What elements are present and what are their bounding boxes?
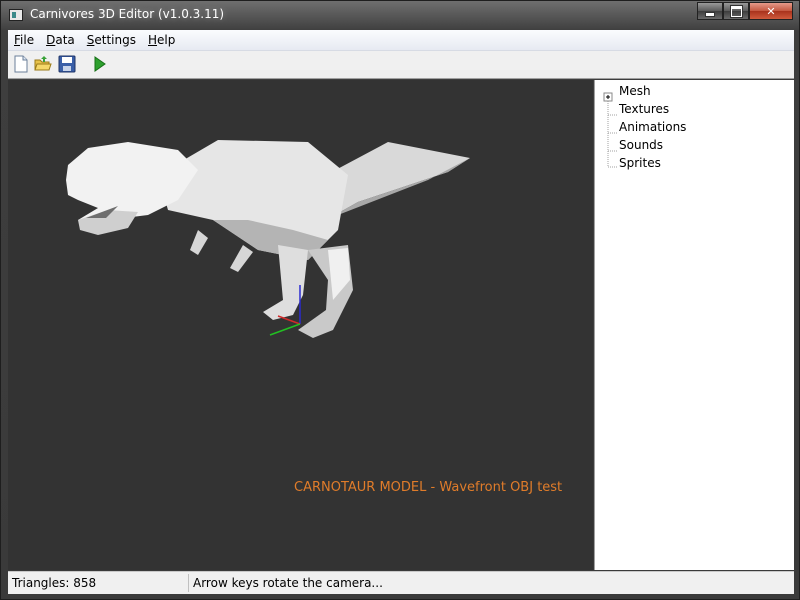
menu-data-label: ata	[55, 33, 75, 47]
model-caption: CARNOTAUR MODEL - Wavefront OBJ test	[294, 480, 563, 495]
dinosaur-model	[66, 140, 470, 338]
save-button[interactable]	[58, 55, 76, 73]
save-disk-icon	[58, 55, 76, 73]
tree-item-sprites[interactable]: Sprites	[619, 154, 661, 172]
menu-file-label: ile	[20, 33, 35, 47]
tree-item-textures[interactable]: Textures	[619, 100, 669, 118]
menu-help-mnemonic: H	[148, 33, 158, 47]
close-button[interactable]: ✕	[749, 2, 793, 20]
tree-item-animations[interactable]: Animations	[619, 118, 686, 136]
maximize-icon	[730, 5, 742, 17]
menu-data[interactable]: Data	[40, 30, 81, 50]
title-bar[interactable]: Carnivores 3D Editor (v1.0.3.11) ✕	[1, 1, 799, 30]
model-arm-right	[230, 245, 253, 272]
open-file-button[interactable]	[34, 55, 52, 73]
menu-help-label: elp	[157, 33, 176, 47]
tree-item-mesh[interactable]: Mesh	[619, 82, 651, 100]
window-controls: ✕	[697, 2, 793, 21]
open-folder-icon	[34, 56, 52, 71]
status-bar: Triangles: 858 Arrow keys rotate the cam…	[8, 571, 794, 594]
menu-file[interactable]: File	[8, 30, 40, 50]
window-title: Carnivores 3D Editor (v1.0.3.11)	[30, 7, 225, 21]
minimize-button[interactable]	[697, 2, 723, 20]
menu-help[interactable]: Help	[142, 30, 181, 50]
status-triangles: Triangles: 858	[9, 574, 189, 592]
close-icon: ✕	[766, 4, 776, 18]
toolbar	[8, 51, 794, 79]
model-arm-left	[190, 230, 208, 255]
status-message: Arrow keys rotate the camera...	[193, 576, 383, 590]
app-icon[interactable]	[9, 9, 23, 21]
minimize-icon	[705, 11, 715, 17]
play-button[interactable]	[90, 55, 108, 73]
menu-bar: File Data Settings Help	[8, 30, 794, 51]
model-leg-left	[263, 245, 308, 320]
tree-item-sounds[interactable]: Sounds	[619, 136, 663, 154]
3d-viewport[interactable]: CARNOTAUR MODEL - Wavefront OBJ test	[8, 80, 593, 570]
maximize-button[interactable]	[723, 2, 749, 20]
play-icon	[94, 56, 106, 72]
tree-panel[interactable]: Mesh Textures Animations Sounds Sprites	[594, 80, 794, 570]
new-file-button[interactable]	[12, 55, 30, 73]
app-window: Carnivores 3D Editor (v1.0.3.11) ✕ File …	[0, 0, 800, 600]
axis-x	[277, 315, 301, 325]
menu-settings-label: ettings	[94, 33, 136, 47]
axis-y	[269, 323, 301, 336]
new-file-icon	[14, 55, 28, 73]
menu-data-mnemonic: D	[46, 33, 56, 47]
menu-settings[interactable]: Settings	[81, 30, 142, 50]
